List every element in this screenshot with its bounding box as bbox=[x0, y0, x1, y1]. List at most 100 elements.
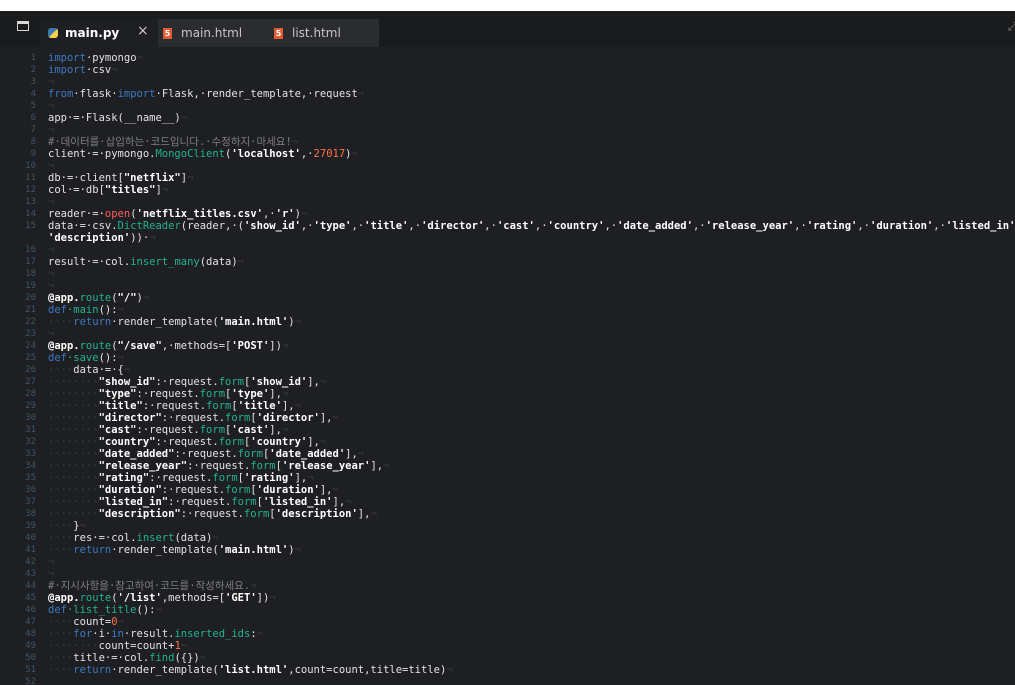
code-token: 'date_added' bbox=[269, 448, 346, 460]
code-line[interactable]: 37 ········"listed_in":·request.form['lis… bbox=[0, 496, 1015, 508]
code-line[interactable]: 16 ¬ bbox=[0, 244, 1015, 256]
line-number: 1 bbox=[30, 53, 36, 63]
code-token: import bbox=[48, 64, 86, 76]
code-token: "/" bbox=[117, 292, 137, 304]
line-number: 2 bbox=[30, 65, 36, 75]
code-line[interactable]: 49 ········count=count+1¬ bbox=[0, 640, 1015, 652]
code-line[interactable]: 13 ¬ bbox=[0, 196, 1015, 208]
code-line[interactable]: 8 #·데이터를·삽입하는·코드입니다.·수정하지·마세요!¬ bbox=[0, 136, 1015, 148]
code-token: :·request. bbox=[168, 496, 232, 508]
code-line[interactable]: 40 ····res·=·col.insert(data)¬ bbox=[0, 532, 1015, 544]
line-number: 38 bbox=[25, 509, 36, 519]
line-number: 20 bbox=[25, 293, 36, 303]
code-line[interactable]: 48 ····for·i·in·result.inserted_ids:¬ bbox=[0, 628, 1015, 640]
tab-main-html[interactable]: 5 main.html bbox=[158, 19, 266, 47]
code-token: ¬ bbox=[212, 532, 219, 544]
line-number: 10 bbox=[25, 161, 36, 171]
code-line[interactable]: 28 ········"type":·request.form['type'],¬ bbox=[0, 388, 1015, 400]
code-token: ,· bbox=[262, 208, 276, 220]
code-token: ·flask· bbox=[73, 88, 118, 100]
code-token: ¬ bbox=[48, 160, 55, 172]
line-number: 40 bbox=[25, 533, 36, 543]
code-line[interactable]: 47 ····count=0¬ bbox=[0, 616, 1015, 628]
code-line[interactable]: 30 ········"director":·request.form['dire… bbox=[0, 412, 1015, 424]
folder-icon[interactable] bbox=[17, 21, 29, 31]
code-line[interactable]: 6 app·=·Flask(__name__)¬ bbox=[0, 112, 1015, 124]
code-line[interactable]: 43 ¬ bbox=[0, 568, 1015, 580]
code-line[interactable]: 46 def·list_title():¬ bbox=[0, 604, 1015, 616]
code-line[interactable]: 19 ¬ bbox=[0, 280, 1015, 292]
code-line[interactable]: 9 client·=·pymongo.MongoClient('localhost… bbox=[0, 148, 1015, 160]
code-line[interactable]: 29 ········"title":·request.form['title']… bbox=[0, 400, 1015, 412]
tab-list-html[interactable]: 5 list.html bbox=[266, 19, 379, 47]
code-line[interactable]: 52 bbox=[0, 676, 1015, 685]
code-token: form bbox=[218, 436, 244, 448]
line-number: 50 bbox=[25, 653, 36, 663]
code-line[interactable]: 41 ····return·render_template('main.html'… bbox=[0, 544, 1015, 556]
split-editor-icon[interactable]: ⤢ bbox=[1008, 20, 1015, 34]
code-token: (): bbox=[136, 604, 156, 616]
code-line[interactable]: 14 reader·=·open('netflix_titles.csv',·'r… bbox=[0, 208, 1015, 220]
code-line[interactable]: 20 @app.route("/")¬ bbox=[0, 292, 1015, 304]
code-line[interactable]: 18 ¬ bbox=[0, 268, 1015, 280]
code-text: #·데이터를·삽입하는·코드입니다.·수정하지·마세요!¬ bbox=[48, 136, 298, 148]
code-token: ¬ bbox=[48, 556, 55, 568]
line-number: 34 bbox=[25, 461, 36, 471]
code-token: ········ bbox=[48, 388, 99, 400]
code-line[interactable]: 27 ········"show_id":·request.form['show_… bbox=[0, 376, 1015, 388]
code-line[interactable]: 31 ········"cast":·request.form['cast'],¬ bbox=[0, 424, 1015, 436]
code-token: form bbox=[225, 484, 251, 496]
code-token: ,·methods=[ bbox=[161, 340, 232, 352]
code-line[interactable]: 42 ¬ bbox=[0, 556, 1015, 568]
code-token: "country" bbox=[98, 436, 156, 448]
code-line[interactable]: 44 #·지시사항을·참고하여·코드를·작성하세요.¬ bbox=[0, 580, 1015, 592]
code-line[interactable]: 7 ¬ bbox=[0, 124, 1015, 136]
code-line[interactable]: 15 data·=·csv.DictReader(reader,·('show_i… bbox=[0, 220, 1015, 232]
code-line[interactable]: 1 import·pymongo¬ bbox=[0, 52, 1015, 64]
code-line[interactable]: 26 ····data·=·{¬ bbox=[0, 364, 1015, 376]
code-line[interactable]: 32 ········"country":·request.form['count… bbox=[0, 436, 1015, 448]
code-line[interactable]: 22 ····return·render_template('main.html'… bbox=[0, 316, 1015, 328]
code-line[interactable]: 39 ····}¬ bbox=[0, 520, 1015, 532]
code-line[interactable]: 5 ¬ bbox=[0, 100, 1015, 112]
code-line[interactable]: 11 db·=·client["netflix"]¬ bbox=[0, 172, 1015, 184]
code-token: ¬ bbox=[180, 112, 188, 124]
code-token: ¬ bbox=[281, 340, 289, 352]
code-line[interactable]: 10 ¬ bbox=[0, 160, 1015, 172]
code-line[interactable]: 24 @app.route("/save",·methods=['POST'])¬ bbox=[0, 340, 1015, 352]
code-line[interactable]: 'description'))·¬ bbox=[0, 232, 1015, 244]
code-token: ·render_template( bbox=[111, 664, 219, 676]
code-line[interactable]: 2 import·csv¬ bbox=[0, 64, 1015, 76]
code-line[interactable]: 38 ········"description":·request.form['d… bbox=[0, 508, 1015, 520]
code-line[interactable]: 36 ········"duration":·request.form['dura… bbox=[0, 484, 1015, 496]
code-token: 'netflix_titles.csv' bbox=[136, 208, 263, 220]
code-token: ¬ bbox=[332, 484, 339, 496]
code-line[interactable]: 23 ¬ bbox=[0, 328, 1015, 340]
code-line[interactable]: 21 def·main():¬ bbox=[0, 304, 1015, 316]
code-line[interactable]: 50 ····title·=·col.find({})¬ bbox=[0, 652, 1015, 664]
line-number: 42 bbox=[25, 557, 36, 567]
code-token: form bbox=[243, 508, 270, 520]
code-token: ········ bbox=[48, 496, 99, 508]
code-token: 'listed_in' bbox=[945, 220, 1015, 232]
top-window-strip bbox=[0, 0, 1015, 11]
code-line[interactable]: 3 ¬ bbox=[0, 76, 1015, 88]
code-line[interactable]: 51 ····return·render_template('list.html'… bbox=[0, 664, 1015, 676]
line-number: 5 bbox=[30, 101, 36, 111]
code-line[interactable]: 4 from·flask·import·Flask,·render_templat… bbox=[0, 88, 1015, 100]
code-token: 'GET' bbox=[225, 592, 257, 604]
code-line[interactable]: 45 @app.route('/list',methods=['GET'])¬ bbox=[0, 592, 1015, 604]
code-line[interactable]: 34 ········"release_year":·request.form['… bbox=[0, 460, 1015, 472]
line-number: 27 bbox=[25, 377, 36, 387]
code-line[interactable]: 17 result·=·col.insert_many(data)¬ bbox=[0, 256, 1015, 268]
code-token: ,· bbox=[794, 220, 807, 232]
code-token: ¬ bbox=[446, 664, 453, 676]
code-line[interactable]: 25 def·save():¬ bbox=[0, 352, 1015, 364]
code-line[interactable]: 33 ········"date_added":·request.form['da… bbox=[0, 448, 1015, 460]
code-token: ¬ bbox=[117, 304, 124, 316]
code-line[interactable]: 35 ········"rating":·request.form['rating… bbox=[0, 472, 1015, 484]
code-editor[interactable]: 1 import·pymongo¬ 2 import·csv¬ 3 ¬ 4 from·flas… bbox=[0, 52, 1015, 685]
close-icon[interactable]: × bbox=[137, 24, 149, 38]
code-line[interactable]: 12 col·=·db["titles"]¬ bbox=[0, 184, 1015, 196]
code-token: insert_many bbox=[130, 256, 200, 268]
